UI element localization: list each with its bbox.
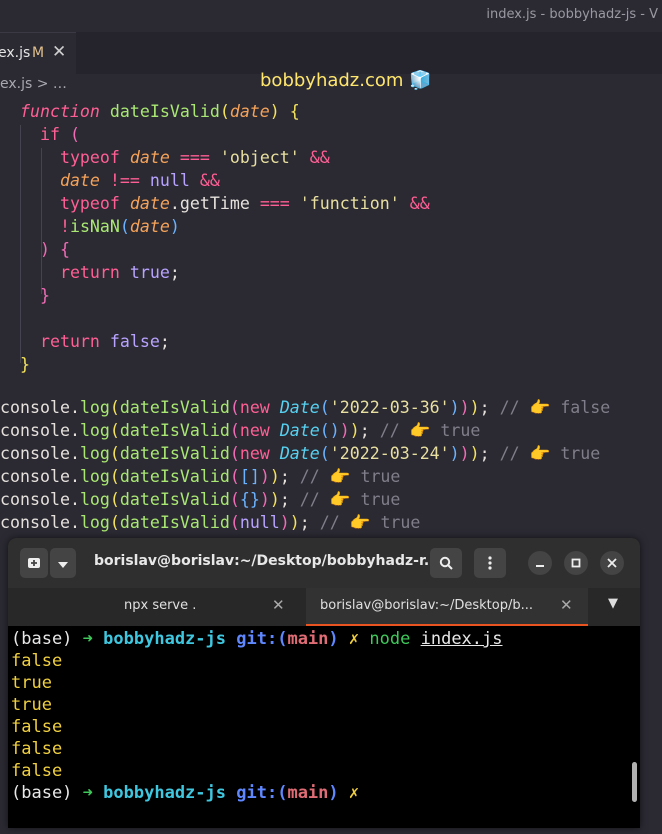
close-tab-icon[interactable]: ✕ bbox=[272, 596, 285, 614]
code-line: function dateIsValid(date) { bbox=[19, 102, 300, 121]
terminal-output-line: true bbox=[11, 673, 52, 693]
code-editor: index.js - bobbyhadz-js - V ex.js M ✕ bo… bbox=[0, 0, 662, 560]
new-tab-icon bbox=[28, 558, 40, 568]
terminal-title: borislav@borislav:~/Desktop/bobbyhadz-r.… bbox=[94, 553, 440, 569]
menu-dropdown-button[interactable] bbox=[50, 548, 76, 578]
terminal-line: (base) ➜ bobbyhadz-js git:(main) ✗ bbox=[11, 783, 360, 803]
editor-tab-bar: ex.js M ✕ bobbyhadz.com 🧊 bbox=[0, 32, 662, 91]
pointing-hand-icon: 👉 bbox=[329, 467, 351, 486]
terminal-tab-serve[interactable]: npx serve . ✕ bbox=[8, 588, 306, 626]
terminal-tab-label: npx serve . bbox=[124, 598, 197, 613]
code-line: console.log(dateIsValid({})); // 👉 true bbox=[0, 490, 401, 509]
code-line: console.log(dateIsValid([])); // 👉 true bbox=[0, 467, 401, 486]
minimize-icon bbox=[536, 565, 544, 567]
terminal-output-line: false bbox=[11, 761, 63, 781]
code-line: return false; bbox=[39, 332, 170, 351]
code-line: console.log(dateIsValid(new Date('2022-0… bbox=[0, 444, 601, 463]
pointing-hand-icon: 👉 bbox=[529, 398, 551, 417]
modified-indicator: M bbox=[32, 45, 45, 61]
terminal-line: (base) ➜ bobbyhadz-js git:(main) ✗ node … bbox=[11, 629, 503, 649]
close-tab-icon[interactable]: ✕ bbox=[52, 42, 66, 62]
search-button[interactable] bbox=[430, 548, 462, 578]
pointing-hand-icon: 👉 bbox=[409, 421, 431, 440]
maximize-button[interactable] bbox=[564, 551, 588, 575]
kebab-menu-icon bbox=[488, 556, 492, 570]
minimize-button[interactable] bbox=[528, 551, 552, 575]
close-icon bbox=[607, 558, 617, 568]
code-line: typeof date.getTime === 'function' && bbox=[59, 194, 430, 213]
terminal-tab-shell[interactable]: borislav@borislav:~/Desktop/b... ✕ bbox=[306, 588, 588, 626]
code-line: !isNaN(date) bbox=[59, 217, 180, 236]
watermark: bobbyhadz.com 🧊 bbox=[260, 70, 432, 91]
code-line: } bbox=[39, 286, 50, 305]
title-bar: index.js - bobbyhadz-js - V bbox=[0, 0, 662, 32]
tab-label: ex.js bbox=[0, 45, 31, 61]
pointing-hand-icon: 👉 bbox=[349, 513, 371, 532]
tabs-menu-button[interactable]: ▼ bbox=[608, 596, 618, 611]
code-line: ) { bbox=[39, 240, 70, 259]
code-line: typeof date === 'object' && bbox=[59, 148, 330, 167]
terminal-window: borislav@borislav:~/Desktop/bobbyhadz-r.… bbox=[8, 538, 640, 828]
code-line: return true; bbox=[59, 263, 180, 282]
new-tab-button[interactable] bbox=[20, 548, 48, 578]
terminal-output-line: false bbox=[11, 717, 63, 737]
terminal-header: borislav@borislav:~/Desktop/bobbyhadz-r.… bbox=[8, 538, 640, 588]
terminal-output-line: false bbox=[11, 739, 63, 759]
close-window-button[interactable] bbox=[600, 551, 624, 575]
terminal-tab-label: borislav@borislav:~/Desktop/b... bbox=[320, 598, 533, 613]
kebab-menu-button[interactable] bbox=[474, 548, 506, 578]
terminal-output-line: false bbox=[11, 651, 63, 671]
code-line: console.log(dateIsValid(new Date('2022-0… bbox=[0, 398, 611, 417]
maximize-icon bbox=[571, 558, 581, 568]
window-title: index.js - bobbyhadz-js - V bbox=[486, 7, 658, 22]
code-line: console.log(dateIsValid(new Date())); //… bbox=[0, 421, 481, 440]
chevron-down-icon bbox=[58, 562, 68, 568]
code-line: date !== null && bbox=[59, 171, 220, 190]
breadcrumb[interactable]: ex.js > … bbox=[0, 76, 67, 92]
pointing-hand-icon: 👉 bbox=[329, 490, 351, 509]
code-line: } bbox=[19, 355, 30, 374]
terminal-scrollbar[interactable] bbox=[632, 762, 637, 802]
terminal-tab-bar: npx serve . ✕ borislav@borislav:~/Deskto… bbox=[8, 588, 640, 626]
terminal-output[interactable]: (base) ➜ bobbyhadz-js git:(main) ✗ node … bbox=[8, 626, 640, 828]
code-line: console.log(dateIsValid(null)); // 👉 tru… bbox=[0, 513, 421, 532]
pointing-hand-icon: 👉 bbox=[529, 444, 551, 463]
close-tab-icon[interactable]: ✕ bbox=[560, 596, 573, 614]
terminal-output-line: true bbox=[11, 695, 52, 715]
code-line: if ( bbox=[39, 125, 80, 144]
tab-index-js[interactable]: ex.js M ✕ bbox=[0, 32, 76, 74]
search-icon bbox=[439, 556, 453, 570]
